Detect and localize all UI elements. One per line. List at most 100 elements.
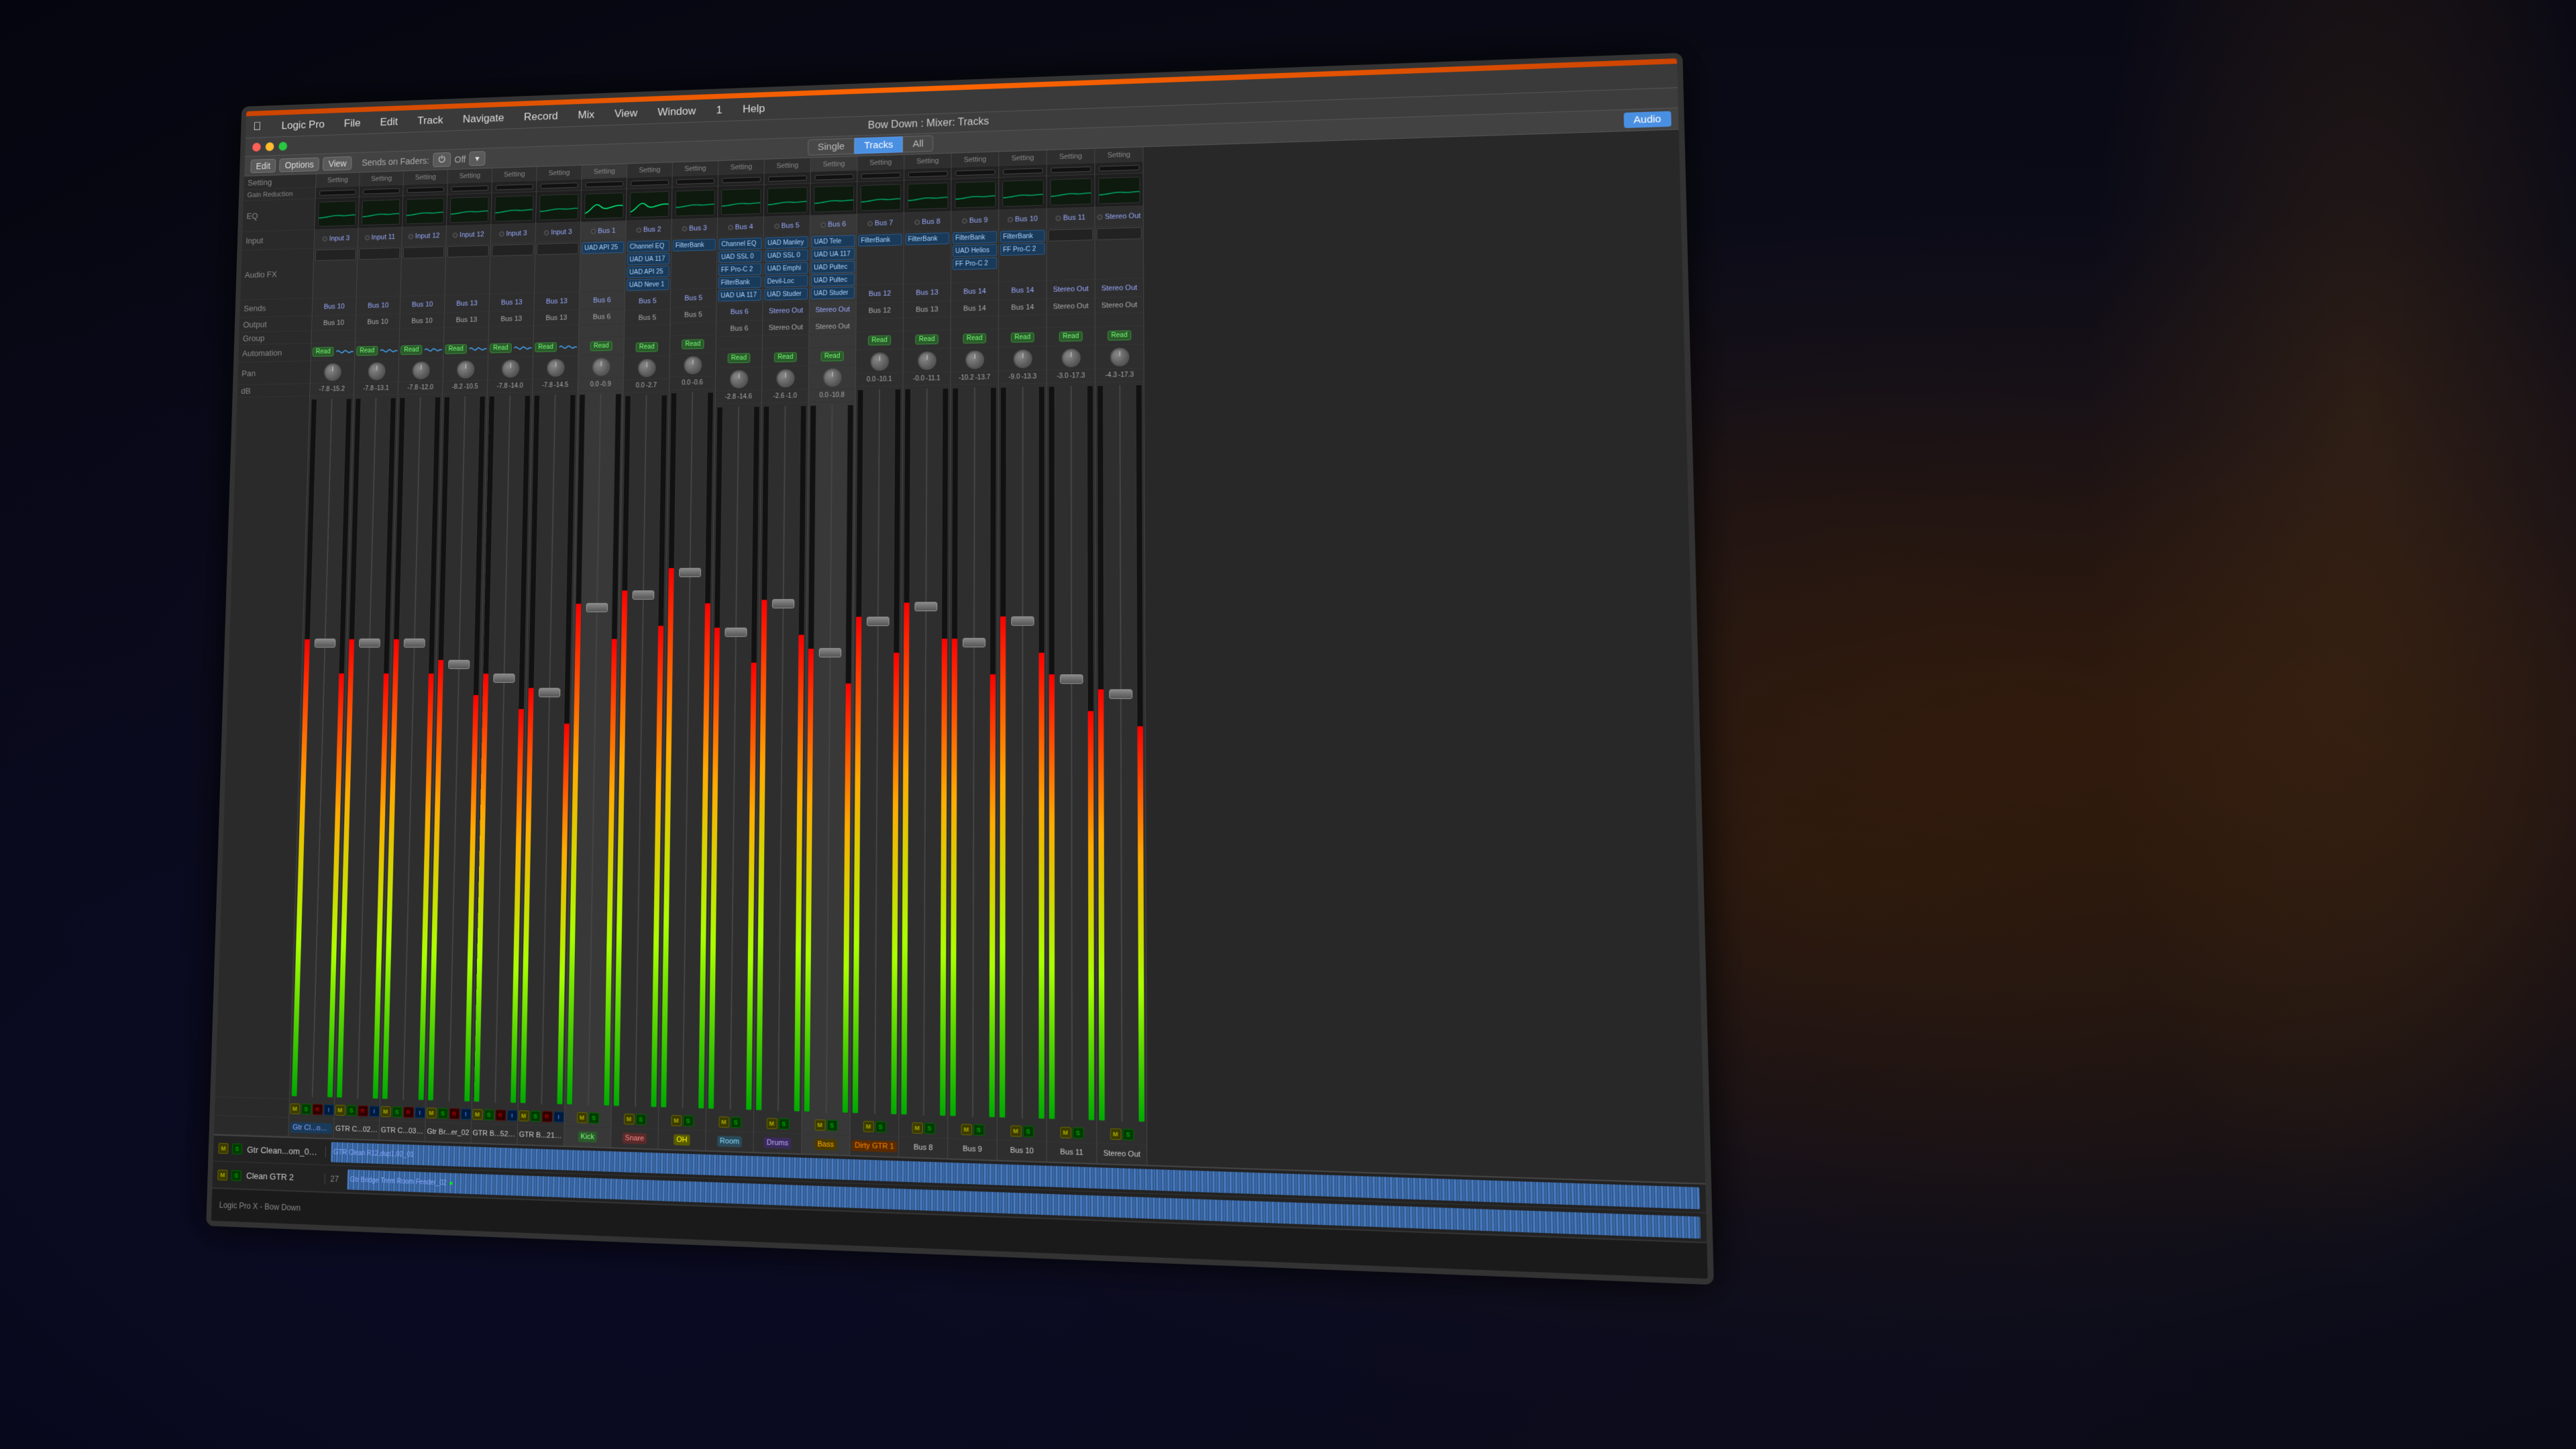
input-monitor-button-5[interactable]: I xyxy=(506,1110,517,1121)
eq-row-17[interactable] xyxy=(1047,175,1095,209)
audio-button[interactable]: Audio xyxy=(1623,111,1672,128)
output-label-6[interactable]: Bus 13 xyxy=(545,314,567,322)
eq-display-18[interactable] xyxy=(1098,176,1140,204)
input-monitor-button-4[interactable]: I xyxy=(460,1108,471,1120)
input-label-15[interactable]: Bus 9 xyxy=(969,216,988,224)
plugin-slot-11-5[interactable]: UAD Studer xyxy=(764,288,808,301)
mute-button-14[interactable]: M xyxy=(912,1122,922,1134)
view-tracks-button[interactable]: Tracks xyxy=(855,136,903,154)
eq-display-8[interactable] xyxy=(629,191,669,217)
plugin-slot-empty-4[interactable] xyxy=(447,245,489,258)
plugin-slot-8-4[interactable]: UAD Neve 1 xyxy=(627,278,669,291)
send-label-1[interactable]: Bus 10 xyxy=(323,303,344,311)
plugin-slot-12-3[interactable]: UAD Pultec xyxy=(811,261,855,274)
setting-row-1[interactable]: Setting xyxy=(316,172,360,187)
eq-display-2[interactable] xyxy=(362,199,400,225)
fader-track-14[interactable] xyxy=(909,388,941,1116)
sends-dropdown-button[interactable]: ▾ xyxy=(470,151,486,166)
read-button-13[interactable]: Read xyxy=(867,335,891,345)
fader-handle-8[interactable] xyxy=(632,590,654,600)
mute-button-15[interactable]: M xyxy=(961,1124,971,1135)
track1-mute-button[interactable]: M xyxy=(218,1143,228,1154)
setting-row-16[interactable]: Setting xyxy=(999,150,1046,166)
eq-row-15[interactable] xyxy=(951,178,998,211)
fader-track-15[interactable] xyxy=(958,387,989,1118)
setting-row-5[interactable]: Setting xyxy=(492,167,537,182)
setting-row-18[interactable]: Setting xyxy=(1095,147,1142,163)
menu-navigate[interactable]: Navigate xyxy=(459,109,508,128)
input-label-4[interactable]: Input 12 xyxy=(460,230,484,238)
send-label-10[interactable]: Bus 6 xyxy=(731,308,749,316)
eq-display-12[interactable] xyxy=(813,185,853,212)
send-label-11[interactable]: Stereo Out xyxy=(769,307,803,315)
menu-record[interactable]: Record xyxy=(520,107,561,125)
minimize-button[interactable] xyxy=(266,142,274,151)
output-label-13[interactable]: Bus 12 xyxy=(869,307,892,315)
send-label-3[interactable]: Bus 10 xyxy=(412,301,433,309)
view-button[interactable]: View xyxy=(323,156,352,170)
eq-display-10[interactable] xyxy=(720,188,761,215)
apple-logo-icon[interactable]:  xyxy=(253,120,262,133)
plugin-slot-15-2[interactable]: UAD Helios xyxy=(953,244,997,257)
plugin-slot-empty-1[interactable] xyxy=(315,249,356,261)
mute-button-13[interactable]: M xyxy=(863,1120,873,1132)
plugin-slot-15-3[interactable]: FF Pro-C 2 xyxy=(953,257,997,270)
read-button-3[interactable]: Read xyxy=(400,345,423,355)
input-label-7[interactable]: Bus 1 xyxy=(598,227,616,235)
setting-row-4[interactable]: Setting xyxy=(447,168,492,184)
plugin-slot-10-5[interactable]: UAD UA 117 xyxy=(718,289,761,302)
send-label-18[interactable]: Stereo Out xyxy=(1102,284,1138,292)
output-label-10[interactable]: Bus 6 xyxy=(730,325,748,333)
mute-button-6[interactable]: M xyxy=(519,1110,529,1122)
options-button[interactable]: Options xyxy=(279,157,319,172)
fader-track-12[interactable] xyxy=(812,405,846,1113)
fader-handle-1[interactable] xyxy=(314,639,335,647)
plugin-slot-14-1[interactable]: FilterBank xyxy=(906,232,950,245)
eq-row-18[interactable] xyxy=(1095,173,1142,207)
solo-button-3[interactable]: S xyxy=(392,1106,402,1117)
setting-row-9[interactable]: Setting xyxy=(673,161,718,176)
pan-knob-15[interactable] xyxy=(965,350,984,369)
plugin-slot-11-3[interactable]: UAD Emphi xyxy=(765,262,808,275)
mute-button-11[interactable]: M xyxy=(766,1118,777,1129)
read-button-9[interactable]: Read xyxy=(682,339,704,350)
fader-handle-14[interactable] xyxy=(914,602,937,612)
send-label-8[interactable]: Bus 5 xyxy=(639,297,657,305)
pan-knob-2[interactable] xyxy=(368,362,385,380)
pan-knob-12[interactable] xyxy=(823,368,841,386)
input-label-14[interactable]: Bus 8 xyxy=(922,217,941,225)
mute-button-5[interactable]: M xyxy=(472,1109,483,1120)
read-button-5[interactable]: Read xyxy=(490,343,513,354)
fader-handle-2[interactable] xyxy=(359,639,380,647)
pan-knob-10[interactable] xyxy=(729,370,747,388)
fader-handle-15[interactable] xyxy=(962,638,985,647)
read-button-16[interactable]: Read xyxy=(1010,332,1034,342)
plugin-slot-16-2[interactable]: FF Pro-C 2 xyxy=(1000,243,1045,256)
setting-row-3[interactable]: Setting xyxy=(404,170,447,185)
solo-button-8[interactable]: S xyxy=(635,1114,646,1125)
plugin-slot-11-1[interactable]: UAD Manley xyxy=(765,236,808,249)
fader-handle-3[interactable] xyxy=(403,639,425,648)
input-monitor-button-6[interactable]: I xyxy=(553,1111,564,1122)
eq-row-1[interactable] xyxy=(315,197,359,229)
eq-display-1[interactable] xyxy=(317,201,356,227)
setting-row-2[interactable]: Setting xyxy=(360,171,403,186)
plugin-slot-9-1[interactable]: FilterBank xyxy=(673,239,716,252)
menu-edit[interactable]: Edit xyxy=(376,113,402,131)
plugin-slot-11-2[interactable]: UAD SSL 0 xyxy=(765,249,808,262)
plugin-slot-12-2[interactable]: UAD UA 117 xyxy=(811,248,855,261)
read-button-12[interactable]: Read xyxy=(820,352,844,362)
eq-display-3[interactable] xyxy=(405,198,444,224)
eq-display-7[interactable] xyxy=(584,193,623,219)
setting-row-12[interactable]: Setting xyxy=(811,156,857,172)
send-label-6[interactable]: Bus 13 xyxy=(546,297,568,305)
fader-track-11[interactable] xyxy=(763,405,799,1112)
output-label-16[interactable]: Bus 14 xyxy=(1011,303,1034,312)
mute-button-9[interactable]: M xyxy=(671,1115,682,1126)
plugin-slot-10-2[interactable]: UAD SSL 0 xyxy=(718,250,761,263)
plugin-slot-empty-6[interactable] xyxy=(537,243,579,256)
output-label-14[interactable]: Bus 13 xyxy=(916,305,938,313)
eq-display-5[interactable] xyxy=(494,195,533,221)
plugin-slot-13-1[interactable]: FilterBank xyxy=(858,233,902,246)
eq-row-11[interactable] xyxy=(764,184,810,217)
